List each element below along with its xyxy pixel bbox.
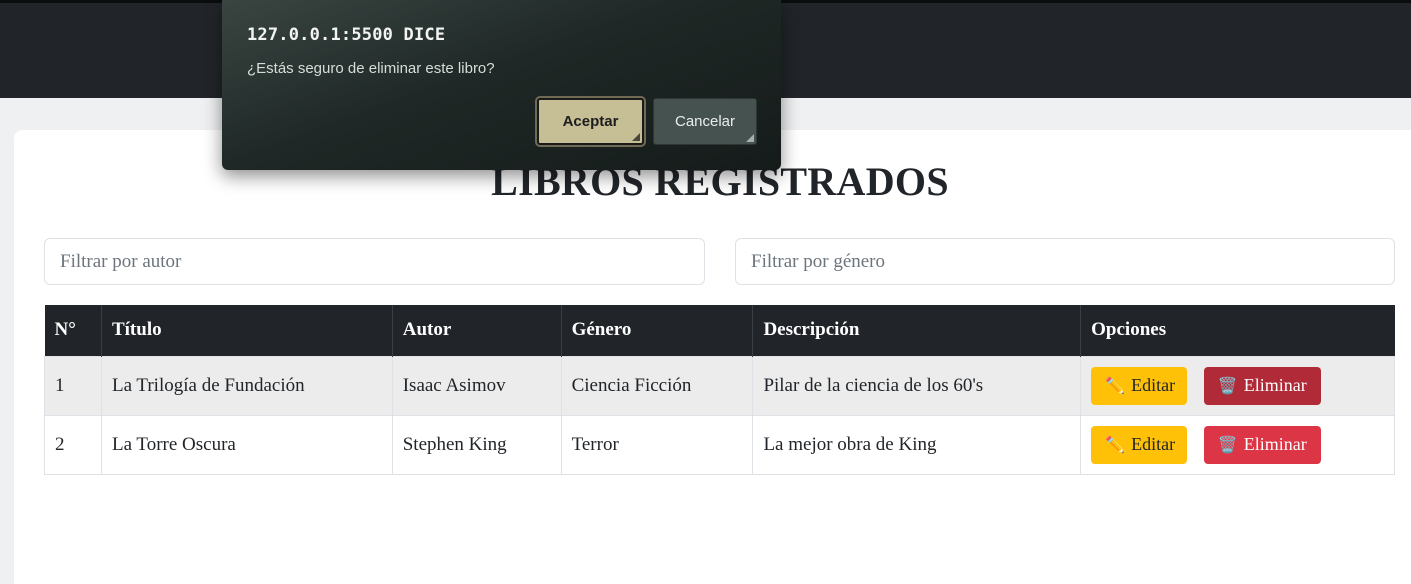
table-header-row: N° Título Autor Género Descripción Opcio…	[44, 305, 1395, 356]
cell-number: 1	[44, 355, 102, 416]
pencil-icon: ✏️	[1105, 377, 1126, 395]
column-header-genre: Género	[561, 305, 754, 356]
edit-button-label: Editar	[1131, 375, 1176, 395]
wastebasket-icon: 🗑️	[1217, 377, 1238, 395]
pencil-icon: ✏️	[1105, 436, 1126, 454]
edit-button[interactable]: ✏️ Editar	[1091, 425, 1188, 464]
genre-filter-input[interactable]	[735, 238, 1395, 285]
delete-button-label: Eliminar	[1243, 375, 1307, 395]
cell-author: Stephen King	[391, 414, 562, 475]
accept-button-label: Aceptar	[562, 113, 619, 130]
accept-button[interactable]: Aceptar	[537, 98, 644, 145]
cell-description: Pilar de la ciencia de los 60's	[752, 355, 1082, 416]
cell-author: Isaac Asimov	[391, 355, 562, 416]
delete-button[interactable]: 🗑️ Eliminar	[1203, 366, 1321, 405]
table-row: 1 La Trilogía de Fundación Isaac Asimov …	[44, 355, 1395, 416]
wastebasket-icon: 🗑️	[1217, 436, 1238, 454]
cell-genre: Ciencia Ficción	[560, 355, 754, 416]
cancel-button[interactable]: Cancelar	[653, 98, 757, 145]
column-header-options: Opciones	[1080, 305, 1395, 356]
dialog-title: 127.0.0.1:5500 DICE	[247, 25, 446, 45]
books-table: N° Título Autor Género Descripción Opcio…	[44, 305, 1395, 475]
cell-title: La Trilogía de Fundación	[100, 355, 393, 416]
column-header-number: N°	[44, 305, 102, 356]
table-row: 2 La Torre Oscura Stephen King Terror La…	[44, 414, 1395, 475]
confirm-dialog: 127.0.0.1:5500 DICE ¿Estás seguro de eli…	[222, 0, 781, 170]
column-header-title: Título	[101, 305, 393, 356]
edit-button[interactable]: ✏️ Editar	[1091, 366, 1188, 405]
resize-corner-icon	[632, 133, 640, 141]
dialog-message: ¿Estás seguro de eliminar este libro?	[247, 60, 495, 77]
cell-genre: Terror	[560, 414, 754, 475]
cancel-button-label: Cancelar	[674, 113, 736, 130]
cell-title: La Torre Oscura	[100, 414, 393, 475]
column-header-description: Descripción	[752, 305, 1082, 356]
cell-options: ✏️ Editar 🗑️ Eliminar	[1080, 355, 1395, 416]
resize-corner-icon	[746, 134, 754, 142]
cell-options: ✏️ Editar 🗑️ Eliminar	[1080, 414, 1395, 475]
author-filter-input[interactable]	[44, 238, 705, 285]
column-header-author: Autor	[392, 305, 562, 356]
delete-button-label: Eliminar	[1243, 434, 1307, 454]
cell-number: 2	[44, 414, 102, 475]
cell-description: La mejor obra de King	[752, 414, 1082, 475]
delete-button[interactable]: 🗑️ Eliminar	[1203, 425, 1321, 464]
edit-button-label: Editar	[1131, 434, 1176, 454]
